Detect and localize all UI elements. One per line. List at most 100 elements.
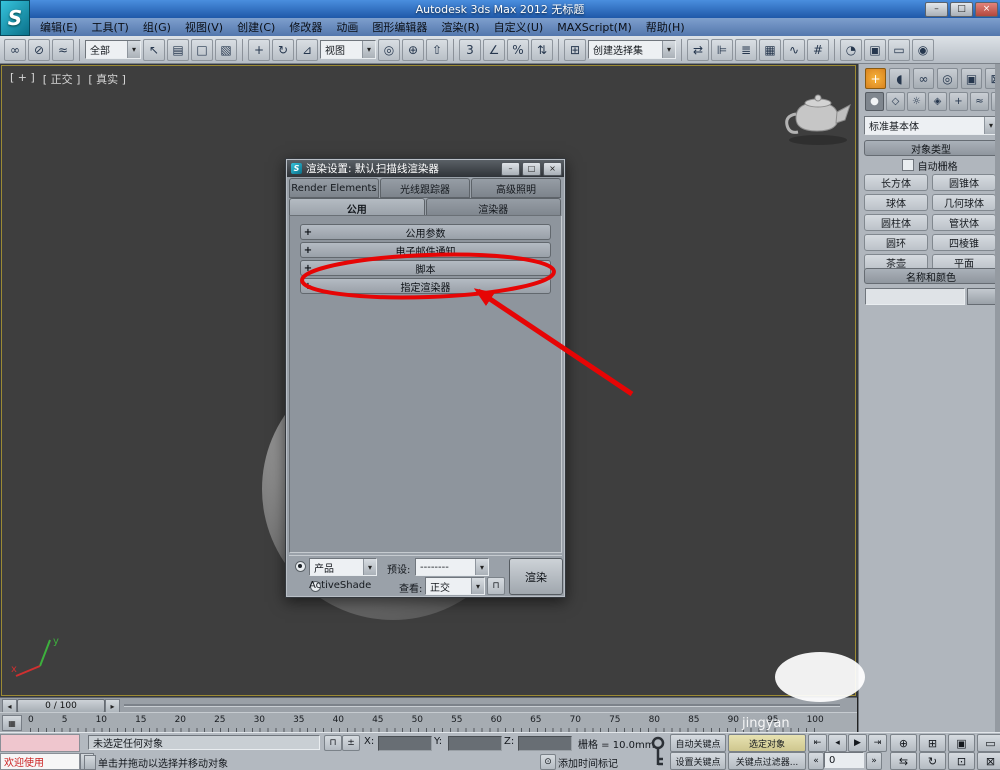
- curve-editor-icon[interactable]: ∿: [783, 39, 805, 61]
- named-selection-sets-dropdown[interactable]: 创建选择集: [588, 40, 676, 59]
- select-scale-icon[interactable]: ⊿: [296, 39, 318, 61]
- panel-tab-display-icon[interactable]: ▣: [961, 68, 982, 89]
- select-and-link-icon[interactable]: ∞: [4, 39, 26, 61]
- object-color-swatch[interactable]: [967, 288, 997, 305]
- panel-scrollbar[interactable]: [995, 64, 1000, 732]
- crossing-toggle-icon[interactable]: ▧: [215, 39, 237, 61]
- track-bar-options-icon[interactable]: ▦: [2, 715, 22, 731]
- rollout-email-notifications[interactable]: + 电子邮件通知: [300, 242, 551, 258]
- menu-item[interactable]: 修改器: [289, 19, 322, 35]
- go-to-start-button[interactable]: ⇤: [808, 734, 827, 752]
- menu-item[interactable]: 工具(T): [92, 19, 129, 35]
- next-key-button[interactable]: »: [866, 752, 882, 770]
- menu-item[interactable]: 动画: [336, 19, 358, 35]
- percent-snap-icon[interactable]: %: [507, 39, 529, 61]
- material-editor-icon[interactable]: ◔: [840, 39, 862, 61]
- absolute-offset-toggle-icon[interactable]: ±: [342, 735, 360, 751]
- object-type-rollout[interactable]: 对象类型: [864, 140, 998, 156]
- select-rotate-icon[interactable]: ↻: [272, 39, 294, 61]
- orbit-button[interactable]: ↻: [919, 752, 946, 770]
- rollout-common-parameters[interactable]: + 公用参数: [300, 224, 551, 240]
- autogrid-checkbox[interactable]: [902, 159, 914, 171]
- menu-item[interactable]: 组(G): [143, 19, 171, 35]
- previous-frame-button[interactable]: ◂: [828, 734, 847, 752]
- menu-item[interactable]: 自定义(U): [494, 19, 544, 35]
- object-name-field[interactable]: [865, 288, 965, 305]
- dialog-minimize-button[interactable]: –: [501, 162, 520, 176]
- spinner-snap-icon[interactable]: ⇅: [531, 39, 553, 61]
- viewport-menu-shading[interactable]: [ 真实 ]: [88, 71, 126, 87]
- viewport-menu-general[interactable]: [ + ]: [10, 71, 35, 87]
- button-sphere[interactable]: 球体: [864, 194, 928, 211]
- time-slider-groove[interactable]: [124, 704, 840, 707]
- panel-tab-hierarchy-icon[interactable]: ∞: [913, 68, 934, 89]
- use-pivot-center-icon[interactable]: ◎: [378, 39, 400, 61]
- menu-item[interactable]: 图形编辑器: [372, 19, 427, 35]
- zoom-region-button[interactable]: ▭: [977, 734, 1000, 752]
- button-box[interactable]: 长方体: [864, 174, 928, 191]
- selected-filter-dropdown[interactable]: 选定对象: [728, 734, 806, 752]
- maximize-button[interactable]: □: [950, 2, 973, 17]
- edit-named-sets-icon[interactable]: ⊞: [564, 39, 586, 61]
- maxscript-mini-listener[interactable]: 欢迎使用: [0, 753, 80, 770]
- tab-advanced-lighting[interactable]: 高级照明: [471, 178, 561, 198]
- render-setup-icon[interactable]: ▣: [864, 39, 886, 61]
- button-tube[interactable]: 管状体: [932, 214, 996, 231]
- panel-tab-create-icon[interactable]: +: [865, 68, 886, 89]
- menu-item[interactable]: MAXScript(M): [557, 21, 632, 34]
- y-coordinate-field[interactable]: [448, 736, 502, 751]
- dialog-close-button[interactable]: ×: [543, 162, 562, 176]
- menu-item[interactable]: 渲染(R): [441, 19, 479, 35]
- set-keys-key-icon[interactable]: [650, 735, 666, 769]
- bind-to-spacewarp-icon[interactable]: ≈: [52, 39, 74, 61]
- menu-item[interactable]: 帮助(H): [646, 19, 685, 35]
- dialog-maximize-button[interactable]: □: [522, 162, 541, 176]
- selection-filter-dropdown[interactable]: 全部: [85, 40, 141, 59]
- rendered-frame-icon[interactable]: ▭: [888, 39, 910, 61]
- track-bar[interactable]: ▦ 05101520253035404550556065707580859095…: [0, 712, 857, 732]
- layer-manager-icon[interactable]: ≣: [735, 39, 757, 61]
- schematic-view-icon[interactable]: #: [807, 39, 829, 61]
- z-coordinate-field[interactable]: [518, 736, 572, 751]
- zoom-button[interactable]: ⊕: [890, 734, 917, 752]
- auto-key-button[interactable]: 自动关键点: [670, 734, 726, 752]
- select-object-icon[interactable]: ↖: [143, 39, 165, 61]
- preset-dropdown[interactable]: --------: [415, 558, 489, 576]
- viewport-menu-pov[interactable]: [ 正交 ]: [43, 71, 81, 87]
- render-setup-dialog[interactable]: S 渲染设置: 默认扫描线渲染器 –□× Render Elements光线跟踪…: [285, 158, 566, 598]
- category-shapes-icon[interactable]: ◇: [886, 92, 905, 111]
- primitive-class-dropdown[interactable]: 标准基本体: [864, 116, 998, 135]
- angle-snap-icon[interactable]: ∠: [483, 39, 505, 61]
- minimize-button[interactable]: –: [925, 2, 948, 17]
- category-geometry-icon[interactable]: ●: [865, 92, 884, 111]
- tab-raytracer[interactable]: 光线跟踪器: [380, 178, 470, 198]
- viewport-lock-icon[interactable]: ⊓: [487, 577, 505, 595]
- button-pyramid[interactable]: 四棱锥: [932, 234, 996, 251]
- key-filters-button[interactable]: 关键点过滤器...: [728, 752, 806, 770]
- button-cylinder[interactable]: 圆柱体: [864, 214, 928, 231]
- panel-tab-modify-icon[interactable]: ◖: [889, 68, 910, 89]
- close-button[interactable]: ×: [975, 2, 998, 17]
- button-cone[interactable]: 圆锥体: [932, 174, 996, 191]
- align-icon[interactable]: ⊫: [711, 39, 733, 61]
- zoom-extents-button[interactable]: ▣: [948, 734, 975, 752]
- category-helpers-icon[interactable]: +: [949, 92, 968, 111]
- unlink-selection-icon[interactable]: ⊘: [28, 39, 50, 61]
- panel-tab-motion-icon[interactable]: ◎: [937, 68, 958, 89]
- mirror-icon[interactable]: ⇄: [687, 39, 709, 61]
- add-time-tag[interactable]: 添加时间标记: [558, 755, 618, 770]
- tab-render-elements[interactable]: Render Elements: [289, 178, 379, 198]
- production-radio[interactable]: [295, 561, 306, 572]
- next-frame-arrow[interactable]: ▸: [105, 699, 120, 713]
- zoom-all-button[interactable]: ⊞: [919, 734, 946, 752]
- application-menu-button[interactable]: S: [0, 0, 30, 36]
- render-target-dropdown[interactable]: 产品: [309, 558, 377, 576]
- select-by-name-icon[interactable]: ▤: [167, 39, 189, 61]
- menu-item[interactable]: 视图(V): [185, 19, 223, 35]
- viewport-select-dropdown[interactable]: 正交: [425, 577, 485, 595]
- maximize-viewport-button[interactable]: ⊡: [948, 752, 975, 770]
- selection-lock-icon[interactable]: ⊓: [324, 735, 342, 751]
- rollout-assign-renderer[interactable]: + 指定渲染器: [300, 278, 551, 294]
- menu-item[interactable]: 编辑(E): [40, 19, 78, 35]
- select-manipulate-icon[interactable]: ⊕: [402, 39, 424, 61]
